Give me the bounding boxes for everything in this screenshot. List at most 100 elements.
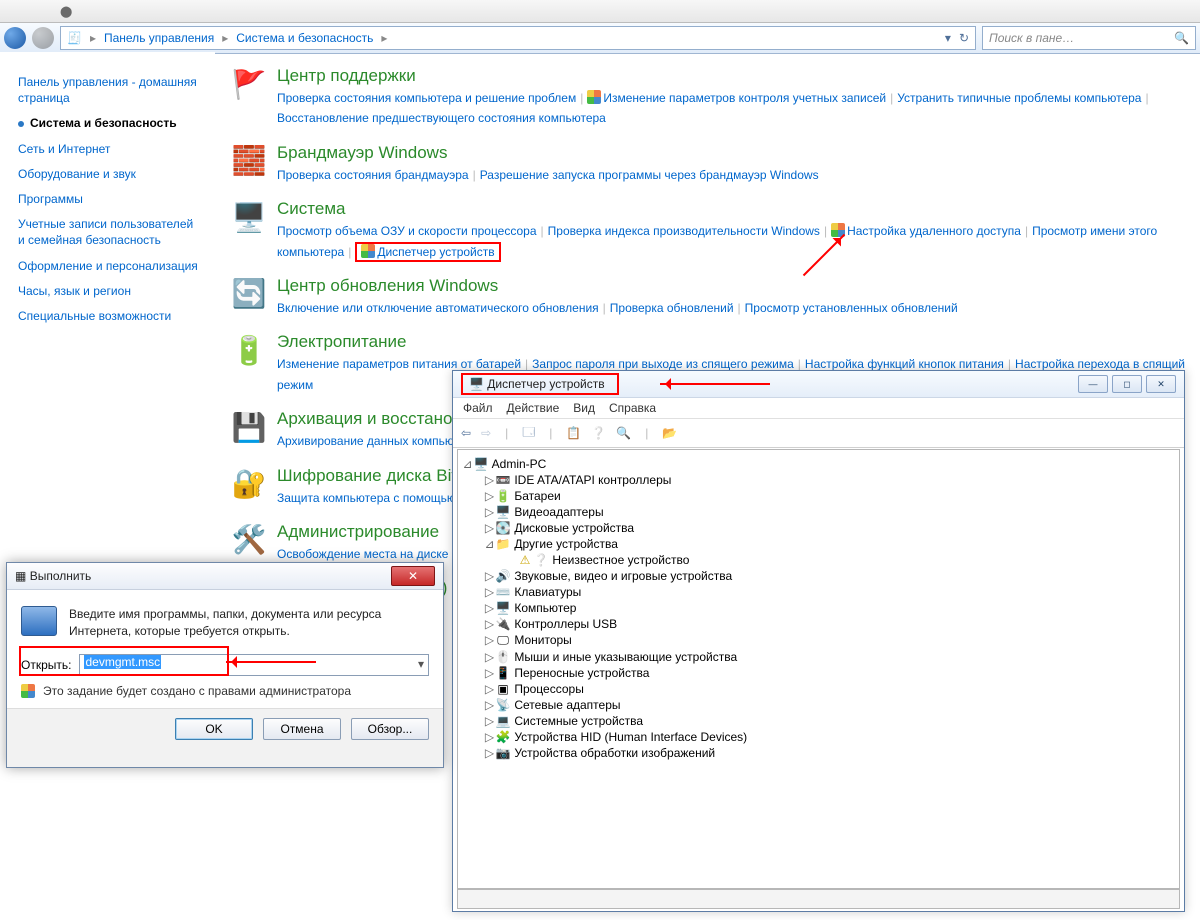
search-input[interactable]: Поиск в пане… 🔍 xyxy=(982,26,1196,50)
category-title[interactable]: Система xyxy=(277,199,1188,219)
sidebar-item[interactable]: Специальные возможности xyxy=(18,308,203,324)
control-panel-icon: 🧾 xyxy=(67,31,82,45)
category-icon: 🧱 xyxy=(231,143,267,179)
refresh-icon[interactable]: ↻ xyxy=(959,31,969,45)
tree-node[interactable]: ▷📷 Устройства обработки изображений xyxy=(462,745,1175,761)
category-link[interactable]: Просмотр объема ОЗУ и скорости процессор… xyxy=(277,224,537,238)
tb-fwd-icon[interactable]: ⇨ xyxy=(481,426,491,440)
category-icon: 🔐 xyxy=(231,466,267,502)
category-link[interactable]: Проверка обновлений xyxy=(610,301,734,315)
tb-icon[interactable]: 🗔 xyxy=(522,423,535,444)
breadcrumb-root[interactable]: Панель управления xyxy=(104,31,214,45)
category-link[interactable]: Изменение параметров контроля учетных за… xyxy=(603,91,886,105)
run-open-input[interactable]: devmgmt.msc xyxy=(79,654,429,676)
tree-node[interactable]: ▷📼 IDE ATA/ATAPI контроллеры xyxy=(462,472,1175,488)
tree-node[interactable]: ⊿📁 Другие устройства xyxy=(462,536,1175,552)
category-title[interactable]: Центр поддержки xyxy=(277,66,1188,86)
tb-icon[interactable]: 📋 xyxy=(566,426,581,440)
menu-item[interactable]: Файл xyxy=(463,401,493,415)
run-open-label: Открыть: xyxy=(21,658,71,672)
menu-item[interactable]: Вид xyxy=(573,401,595,415)
category: 🧱 Брандмауэр Windows Проверка состояния бр… xyxy=(231,143,1188,185)
tree-node[interactable]: ▷🖵 Мониторы xyxy=(462,632,1175,649)
sidebar: Панель управления - домашняя страница Си… xyxy=(0,52,215,920)
category-title[interactable]: Брандмауэр Windows xyxy=(277,143,819,163)
tree-node[interactable]: ▷📡 Сетевые адаптеры xyxy=(462,697,1175,713)
sidebar-item[interactable]: Сеть и Интернет xyxy=(18,141,203,157)
category-icon: 🚩 xyxy=(231,66,267,102)
category-link[interactable]: Включение или отключение автоматического… xyxy=(277,301,599,315)
tb-icon[interactable]: 🔍 xyxy=(616,426,631,440)
category-title[interactable]: Центр обновления Windows xyxy=(277,276,958,296)
maximize-button[interactable]: ◻ xyxy=(1112,375,1142,393)
tree-root[interactable]: ⊿🖥️ Admin-PC xyxy=(462,456,1175,472)
run-admin-note: Это задание будет создано с правами адми… xyxy=(43,684,351,698)
tb-icon[interactable]: 📂 xyxy=(662,426,677,440)
category-link[interactable]: Проверка индекса производительности Wind… xyxy=(548,224,820,238)
minimize-button[interactable]: — xyxy=(1078,375,1108,393)
shield-icon xyxy=(21,684,35,698)
category-link[interactable]: Восстановление предшествующего состояния… xyxy=(277,111,606,125)
devmgr-menu: Файл Действие Вид Справка xyxy=(453,398,1184,419)
run-browse-button[interactable]: Обзор... xyxy=(351,718,429,740)
tree-node[interactable]: ▷🖥️ Видеоадаптеры xyxy=(462,504,1175,520)
tree-node[interactable]: ▷🖱️ Мыши и иные указывающие устройства xyxy=(462,649,1175,665)
tb-back-icon[interactable]: ⇦ xyxy=(461,426,471,440)
run-ok-button[interactable]: OK xyxy=(175,718,253,740)
sidebar-home[interactable]: Панель управления - домашняя страница xyxy=(18,74,203,106)
tree-node[interactable]: ▷🧩 Устройства HID (Human Interface Devic… xyxy=(462,729,1175,745)
category-link[interactable]: Настройка удаленного доступа xyxy=(847,224,1021,238)
sidebar-item[interactable]: Учетные записи пользователей и семейная … xyxy=(18,216,203,248)
browser-tabs: ⬤ xyxy=(0,0,1200,23)
category-link[interactable]: Архивирование данных компьютера xyxy=(277,434,479,448)
category-link[interactable]: Проверка состояния компьютера и решение … xyxy=(277,91,576,105)
run-icon: ▦ xyxy=(15,569,26,583)
category-link[interactable]: Диспетчер устройств xyxy=(377,245,494,259)
run-close-button[interactable]: ✕ xyxy=(391,566,435,586)
tree-node[interactable]: ▷💽 Дисковые устройства xyxy=(462,520,1175,536)
tree-node[interactable]: ▷🔊 Звуковые, видео и игровые устройства xyxy=(462,568,1175,584)
tb-help-icon[interactable]: ❔ xyxy=(591,426,606,440)
menu-item[interactable]: Справка xyxy=(609,401,656,415)
menu-item[interactable]: Действие xyxy=(507,401,560,415)
tree-node[interactable]: ▷▣ Процессоры xyxy=(462,681,1175,697)
category-link[interactable]: Проверка состояния брандмауэра xyxy=(277,168,469,182)
category: 🖥️СистемаПросмотр объема ОЗУ и скорости … xyxy=(231,199,1188,262)
tree-node[interactable]: ▷🔌 Контроллеры USB xyxy=(462,616,1175,632)
tree-node[interactable]: ▷⌨️ Клавиатуры xyxy=(462,584,1175,600)
close-button[interactable]: ✕ xyxy=(1146,375,1176,393)
search-icon[interactable]: 🔍 xyxy=(1174,31,1189,45)
category-link[interactable]: Разрешение запуска программы через бранд… xyxy=(480,168,819,182)
category: 🔄Центр обновления WindowsВключение или о… xyxy=(231,276,1188,318)
sidebar-item[interactable]: Часы, язык и регион xyxy=(18,283,203,299)
devmgr-titlebar[interactable]: 🖥️ Диспетчер устройств — ◻ ✕ xyxy=(453,371,1184,398)
tree-leaf[interactable]: ⚠❔ Неизвестное устройство xyxy=(462,552,1175,568)
sidebar-item[interactable]: Оборудование и звук xyxy=(18,166,203,182)
category-link[interactable]: Освобождение места на диске xyxy=(277,547,448,561)
dropdown-icon[interactable]: ▾ xyxy=(945,31,951,45)
sidebar-item[interactable]: Система и безопасность xyxy=(18,115,203,131)
explorer-nav: 🧾 ▸ Панель управления ▸ Система и безопа… xyxy=(0,23,1200,54)
run-cancel-button[interactable]: Отмена xyxy=(263,718,341,740)
shield-icon xyxy=(587,90,601,104)
category-title[interactable]: Электропитание xyxy=(277,332,1188,352)
tree-node[interactable]: ▷📱 Переносные устройства xyxy=(462,665,1175,681)
category-link[interactable]: Просмотр установленных обновлений xyxy=(745,301,958,315)
category-link[interactable]: Устранить типичные проблемы компьютера xyxy=(897,91,1141,105)
tree-node[interactable]: ▷🔋 Батареи xyxy=(462,488,1175,504)
sidebar-item[interactable]: Программы xyxy=(18,191,203,207)
devmgr-toolbar: ⇦ ⇨ | 🗔 | 📋 ❔ 🔍 | 📂 xyxy=(453,419,1184,448)
tab-item[interactable]: ⬤ xyxy=(60,5,72,18)
devmgr-title: Диспетчер устройств xyxy=(487,377,604,391)
breadcrumb-section[interactable]: Система и безопасность xyxy=(236,31,373,45)
addressbar[interactable]: 🧾 ▸ Панель управления ▸ Система и безопа… xyxy=(60,26,976,50)
sidebar-item[interactable]: Оформление и персонализация xyxy=(18,258,203,274)
tree-node[interactable]: ▷💻 Системные устройства xyxy=(462,713,1175,729)
run-description: Введите имя программы, папки, документа … xyxy=(69,606,429,640)
tree-node[interactable]: ▷🖥️ Компьютер xyxy=(462,600,1175,616)
run-titlebar[interactable]: ▦ Выполнить ✕ xyxy=(7,563,443,590)
back-button[interactable] xyxy=(4,27,26,49)
annotation-arrow xyxy=(660,383,770,385)
forward-button[interactable] xyxy=(32,27,54,49)
device-tree[interactable]: ⊿🖥️ Admin-PC▷📼 IDE ATA/ATAPI контроллеры… xyxy=(457,449,1180,889)
